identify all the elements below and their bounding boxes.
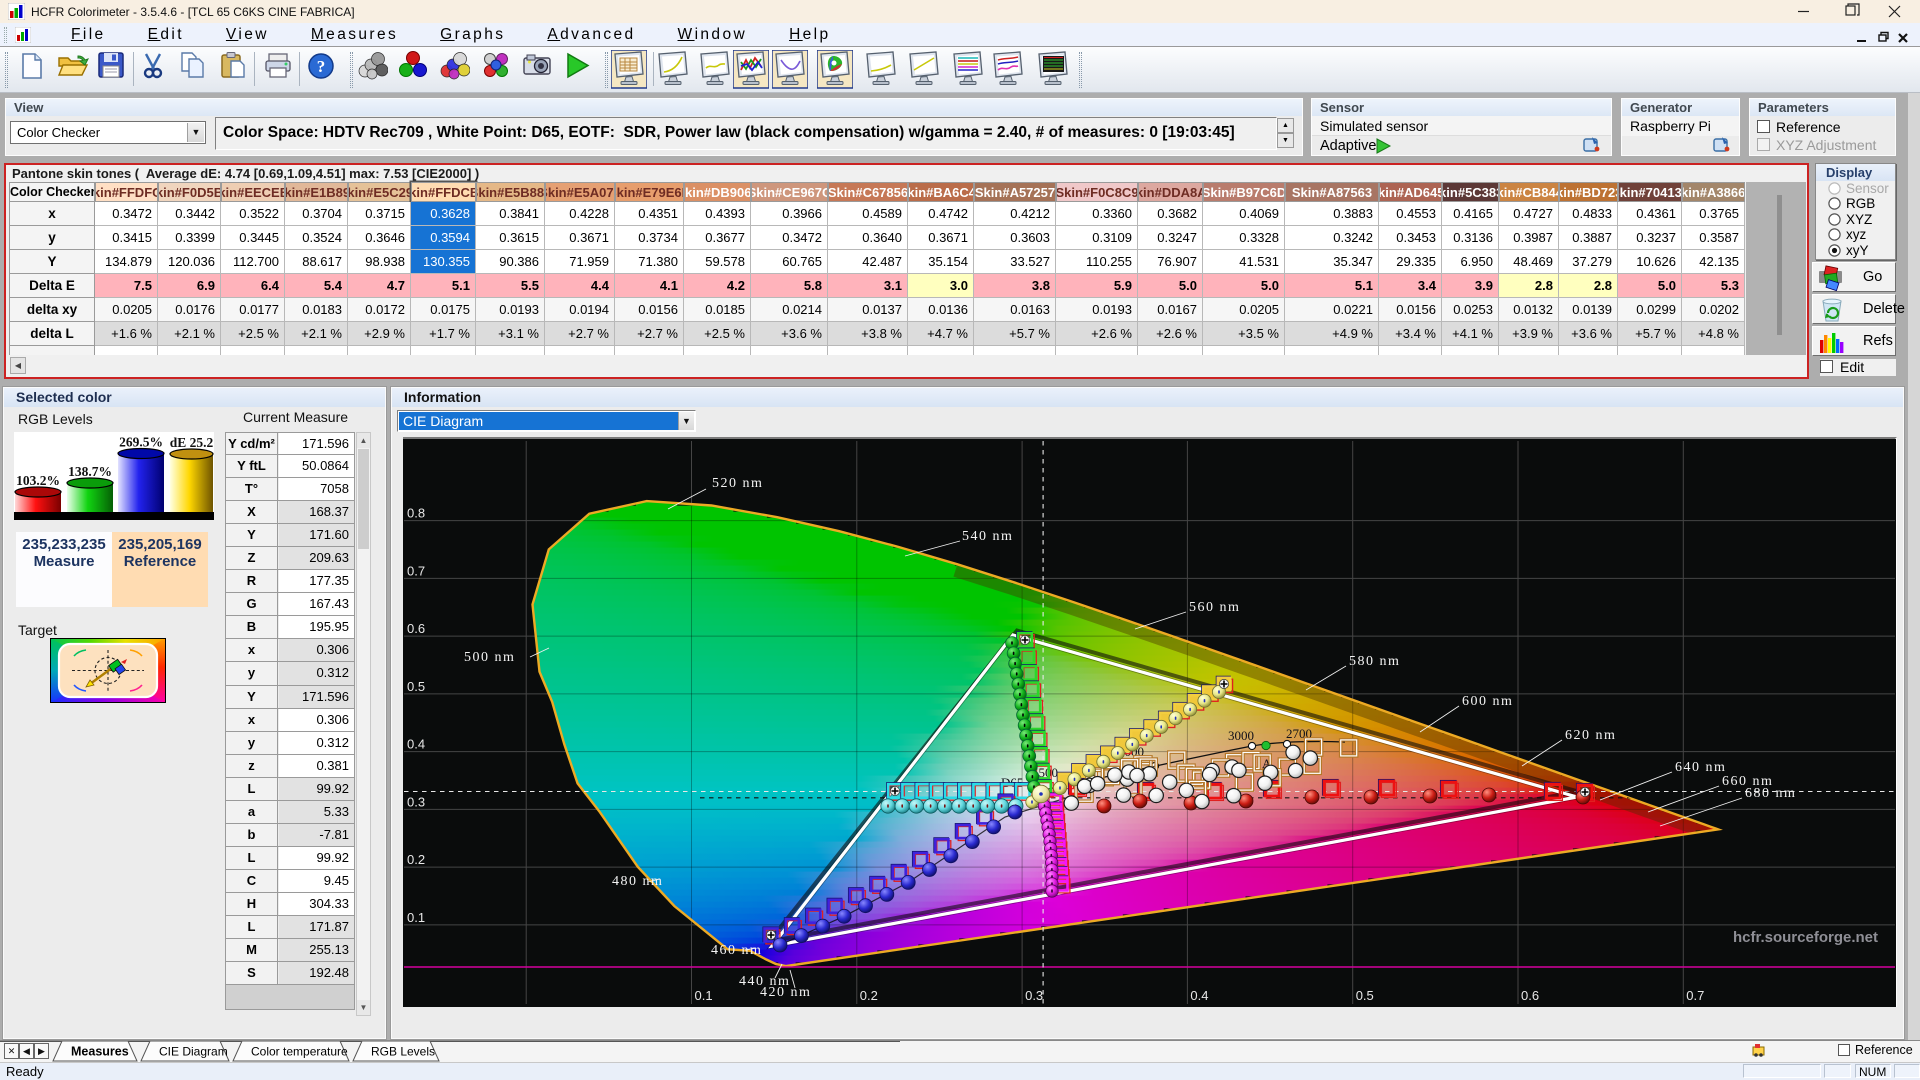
svg-text:0.2: 0.2 [407,852,425,867]
svg-text:0.5: 0.5 [407,679,425,694]
svg-text:500 nm: 500 nm [464,650,515,665]
svg-text:640 nm: 640 nm [1675,760,1726,775]
svg-text:hcfr.sourceforge.net: hcfr.sourceforge.net [1733,929,1878,946]
svg-text:540 nm: 540 nm [962,529,1013,544]
svg-text:620 nm: 620 nm [1565,728,1616,743]
svg-text:269.5%: 269.5% [119,435,163,450]
svg-text:0.4: 0.4 [1190,988,1208,1003]
svg-text:600 nm: 600 nm [1462,694,1513,709]
svg-text:0.8: 0.8 [407,506,425,521]
svg-text:0.7: 0.7 [1686,988,1704,1003]
svg-text:0.6: 0.6 [407,621,425,636]
svg-text:138.7%: 138.7% [68,464,112,479]
svg-text:520 nm: 520 nm [712,476,763,491]
svg-text:?: ? [317,57,326,76]
svg-text:Color temperature: Color temperature [251,1045,348,1059]
svg-text:0.4: 0.4 [407,737,425,752]
svg-text:460 nm: 460 nm [711,943,762,958]
svg-text:0.7: 0.7 [407,563,425,578]
svg-text:0.2: 0.2 [860,988,878,1003]
svg-text:0.5: 0.5 [1356,988,1374,1003]
svg-text:CIE Diagram: CIE Diagram [159,1045,228,1059]
svg-text:420 nm: 420 nm [760,985,811,1000]
svg-text:0.3: 0.3 [1025,988,1043,1003]
svg-text:0.1: 0.1 [695,988,713,1003]
svg-text:480 nm: 480 nm [612,874,663,889]
svg-text:0.1: 0.1 [407,910,425,925]
svg-text:RGB Levels: RGB Levels [371,1045,435,1059]
svg-text:560 nm: 560 nm [1189,600,1240,615]
svg-text:3000: 3000 [1228,728,1254,743]
svg-text:103.2%: 103.2% [16,473,60,488]
svg-text:0.6: 0.6 [1521,988,1539,1003]
svg-text:580 nm: 580 nm [1349,654,1400,669]
svg-text:680 nm: 680 nm [1745,786,1796,801]
svg-text:0.3: 0.3 [407,794,425,809]
svg-text:Measures: Measures [71,1045,129,1059]
svg-text:dE 25.2: dE 25.2 [170,435,214,450]
